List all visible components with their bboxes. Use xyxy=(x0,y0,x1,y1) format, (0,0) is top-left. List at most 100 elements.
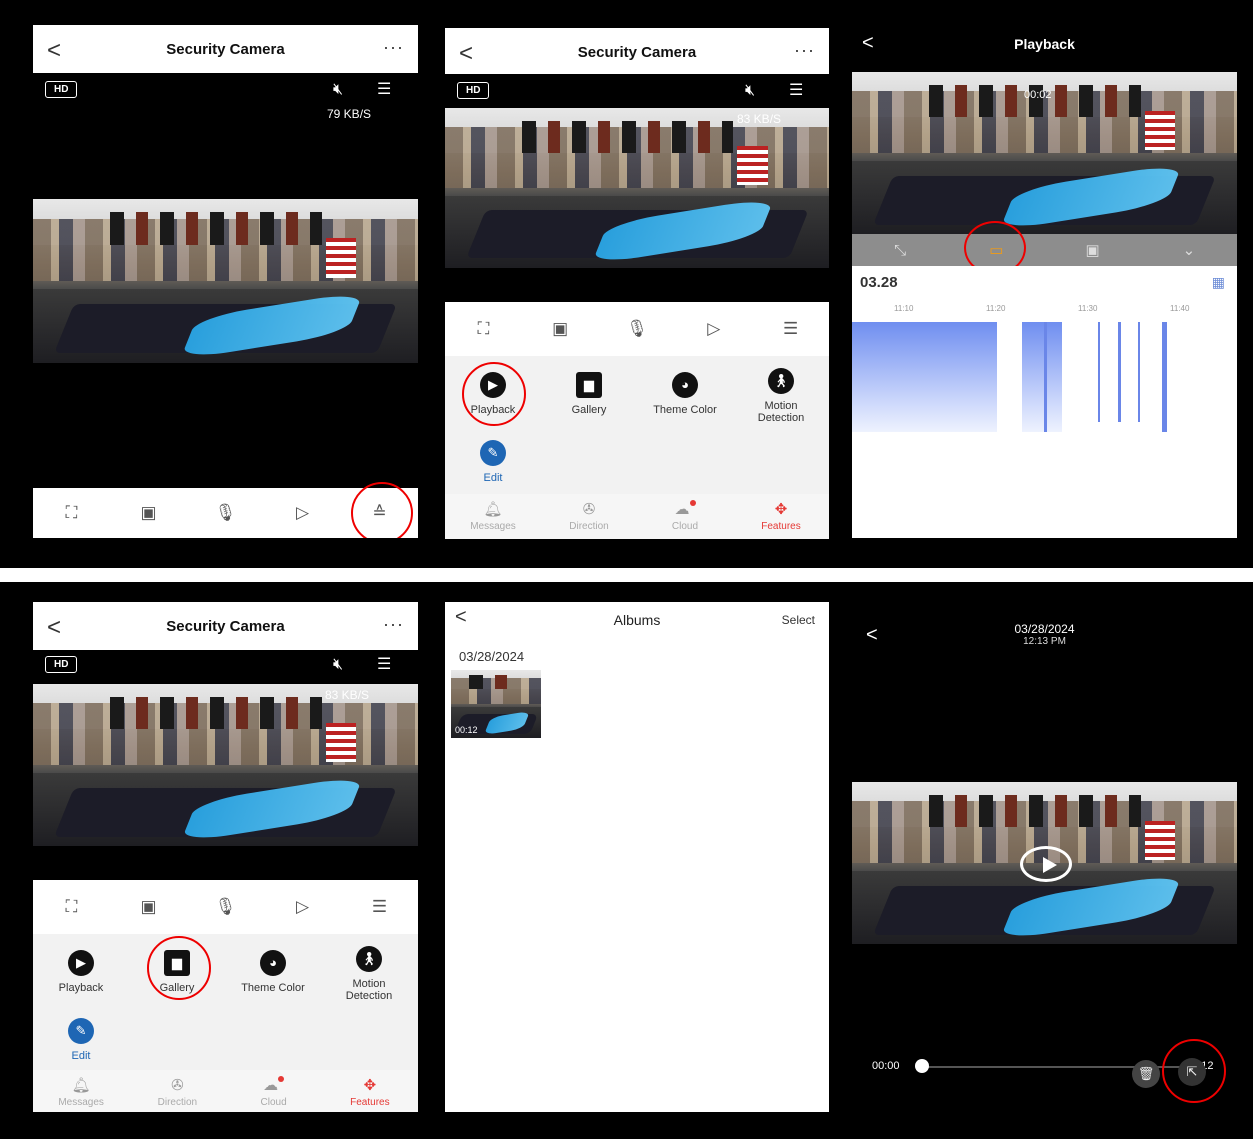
recording-segment[interactable] xyxy=(1022,322,1062,432)
hd-toggle[interactable]: HD xyxy=(45,656,78,673)
tab-messages[interactable]: 🔔︎ Messages xyxy=(33,1070,129,1112)
panel-gallery-features: < Security Camera ··· HD 🔇︎ ☰ 83 KB/S ⛶ … xyxy=(33,602,418,1112)
album-thumbnail[interactable]: 00:12 xyxy=(451,670,541,738)
panel-playback: < Playback 00:02 ⤡ ▭ ▣ ⌄ 03.28 ▦ 11:10 1… xyxy=(852,28,1237,538)
direction-icon: ✇ xyxy=(171,1077,184,1094)
feature-edit[interactable]: ✎ Edit xyxy=(445,440,541,484)
features-icon: ✥ xyxy=(774,501,788,518)
record-icon[interactable]: ▷ xyxy=(694,319,734,339)
fullscreen-icon[interactable]: ⛶ xyxy=(52,897,92,917)
tab-direction[interactable]: ✇ Direction xyxy=(129,1070,225,1112)
feature-theme-color[interactable]: ◕ Theme Color xyxy=(637,372,733,416)
edit-icon: ✎ xyxy=(68,1018,94,1044)
recording-segment[interactable] xyxy=(1118,322,1121,422)
thumbnail-duration: 00:12 xyxy=(455,725,478,735)
feature-playback[interactable]: ▶ Playback xyxy=(33,950,129,994)
fullscreen-icon[interactable]: ⛶ xyxy=(52,503,92,523)
recording-segment[interactable] xyxy=(1044,322,1047,432)
tab-messages[interactable]: 🔔︎ Messages xyxy=(445,494,541,539)
layout-icon[interactable]: ☰ xyxy=(789,80,803,100)
bitrate-readout: 83 KB/S xyxy=(325,688,370,702)
page-title: Albums xyxy=(613,612,661,628)
recording-segment[interactable] xyxy=(1138,322,1140,422)
feature-motion-detection[interactable]: 🚶︎ Motion Detection xyxy=(321,946,417,1002)
camera-feed[interactable]: 83 KB/S xyxy=(445,108,829,268)
highlight-circle xyxy=(351,482,413,538)
header: < Albums Select xyxy=(445,602,829,636)
tab-cloud[interactable]: ☁ Cloud xyxy=(637,494,733,539)
tick-label: 11:20 xyxy=(986,304,1006,313)
gallery-icon: ▆ xyxy=(576,372,602,398)
feature-edit[interactable]: ✎ Edit xyxy=(33,1018,129,1062)
delete-icon[interactable]: 🗑︎ xyxy=(1132,1060,1160,1088)
mute-icon[interactable]: 🔇︎ xyxy=(333,81,343,99)
header: < Security Camera ··· xyxy=(445,28,829,74)
highlight-circle xyxy=(462,362,526,426)
snapshot-icon[interactable]: ▣ xyxy=(540,319,580,339)
album-date: 03/28/2024 xyxy=(459,649,525,664)
panel-features: < Security Camera ··· HD 🔇︎ ☰ 83 KB/S ⛶ … xyxy=(445,28,829,539)
feature-gallery[interactable]: ▆ Gallery xyxy=(541,372,637,416)
hd-toggle[interactable]: HD xyxy=(45,81,78,98)
collapse-icon[interactable]: ☰ xyxy=(360,897,400,917)
page-title: Security Camera xyxy=(577,44,697,61)
layout-icon[interactable]: ☰ xyxy=(377,654,391,674)
microphone-icon[interactable]: 🎙︎ xyxy=(617,319,657,339)
snapshot-icon[interactable]: ▣ xyxy=(129,897,169,917)
collapse-icon[interactable]: ☰ xyxy=(771,319,811,339)
tick-label: 11:10 xyxy=(894,304,914,313)
bell-icon: 🔔︎ xyxy=(71,1077,91,1094)
microphone-icon[interactable]: 🎙︎ xyxy=(206,503,246,523)
camera-feed[interactable]: 83 KB/S xyxy=(33,684,418,846)
more-button[interactable]: ··· xyxy=(383,37,404,58)
mute-icon[interactable]: 🔇︎ xyxy=(333,656,343,674)
panel-video-viewer: < 03/28/2024 12:13 PM 00:00 00:12 🗑︎ ⇱ xyxy=(852,602,1237,1112)
more-button[interactable]: ··· xyxy=(794,40,815,61)
shrink-icon[interactable]: ⤡ xyxy=(880,242,920,259)
mute-icon[interactable]: 🔇︎ xyxy=(745,82,755,100)
timeline-date: 03.28 xyxy=(860,274,898,291)
snapshot-icon[interactable]: ▣ xyxy=(129,503,169,523)
page-title: Security Camera xyxy=(166,618,285,635)
progress-knob[interactable] xyxy=(915,1059,929,1073)
tab-direction[interactable]: ✇ Direction xyxy=(541,494,637,539)
cloud-icon: ☁ xyxy=(637,500,733,518)
calendar-icon[interactable]: ▦ xyxy=(1212,274,1225,291)
recording-segment[interactable] xyxy=(1098,322,1100,422)
timeline[interactable]: 03.28 ▦ 11:10 11:20 11:30 11:40 xyxy=(852,266,1237,538)
tab-bar: 🔔︎ Messages ✇ Direction ☁ Cloud ✥ Features xyxy=(33,1070,418,1112)
tab-bar: 🔔︎ Messages ✇ Direction ☁ Cloud ✥ Features xyxy=(445,494,829,539)
tab-features[interactable]: ✥ Features xyxy=(733,494,829,539)
features-grid: ▶ Playback ▆ Gallery ◕ Theme Color 🚶︎ Mo… xyxy=(33,934,418,1070)
play-button[interactable] xyxy=(1020,846,1072,882)
tab-features[interactable]: ✥ Features xyxy=(322,1070,418,1112)
select-button[interactable]: Select xyxy=(782,613,815,627)
features-icon: ✥ xyxy=(363,1077,377,1094)
record-icon[interactable]: ▷ xyxy=(283,503,323,523)
camera-feed[interactable] xyxy=(33,199,418,363)
tab-cloud[interactable]: ☁ Cloud xyxy=(226,1070,322,1112)
hd-toggle[interactable]: HD xyxy=(457,82,490,99)
fullscreen-icon[interactable]: ⛶ xyxy=(463,319,503,339)
microphone-icon[interactable]: 🎙︎ xyxy=(206,897,246,917)
tick-label: 11:40 xyxy=(1170,304,1190,313)
feature-theme-color[interactable]: ◕ Theme Color xyxy=(225,950,321,994)
recording-segment[interactable] xyxy=(1162,322,1167,432)
layout-icon[interactable]: ☰ xyxy=(377,79,391,99)
collapse-icon[interactable]: ⌄ xyxy=(1169,241,1209,259)
record-icon[interactable]: ▷ xyxy=(283,897,323,917)
more-button[interactable]: ··· xyxy=(383,614,404,635)
header: < Security Camera ··· xyxy=(33,25,418,73)
header: < Playback xyxy=(852,28,1237,60)
camera-icon[interactable]: ▣ xyxy=(1073,241,1113,259)
panel-albums: < Albums Select 03/28/2024 00:12 xyxy=(445,602,829,1112)
motion-icon: 🚶︎ xyxy=(356,946,382,972)
playback-video[interactable]: 00:02 xyxy=(852,72,1237,234)
recording-segment[interactable] xyxy=(852,322,997,432)
bell-icon: 🔔︎ xyxy=(483,501,503,518)
palette-icon: ◕ xyxy=(260,950,286,976)
panel-live-view: < Security Camera ··· HD 🔇︎ ☰ 79 KB/S ⛶ … xyxy=(33,25,418,538)
feature-motion-detection[interactable]: 🚶︎ Motion Detection xyxy=(733,368,829,424)
video-area: HD 🔇︎ ☰ 79 KB/S xyxy=(33,73,418,488)
direction-icon: ✇ xyxy=(582,501,596,518)
